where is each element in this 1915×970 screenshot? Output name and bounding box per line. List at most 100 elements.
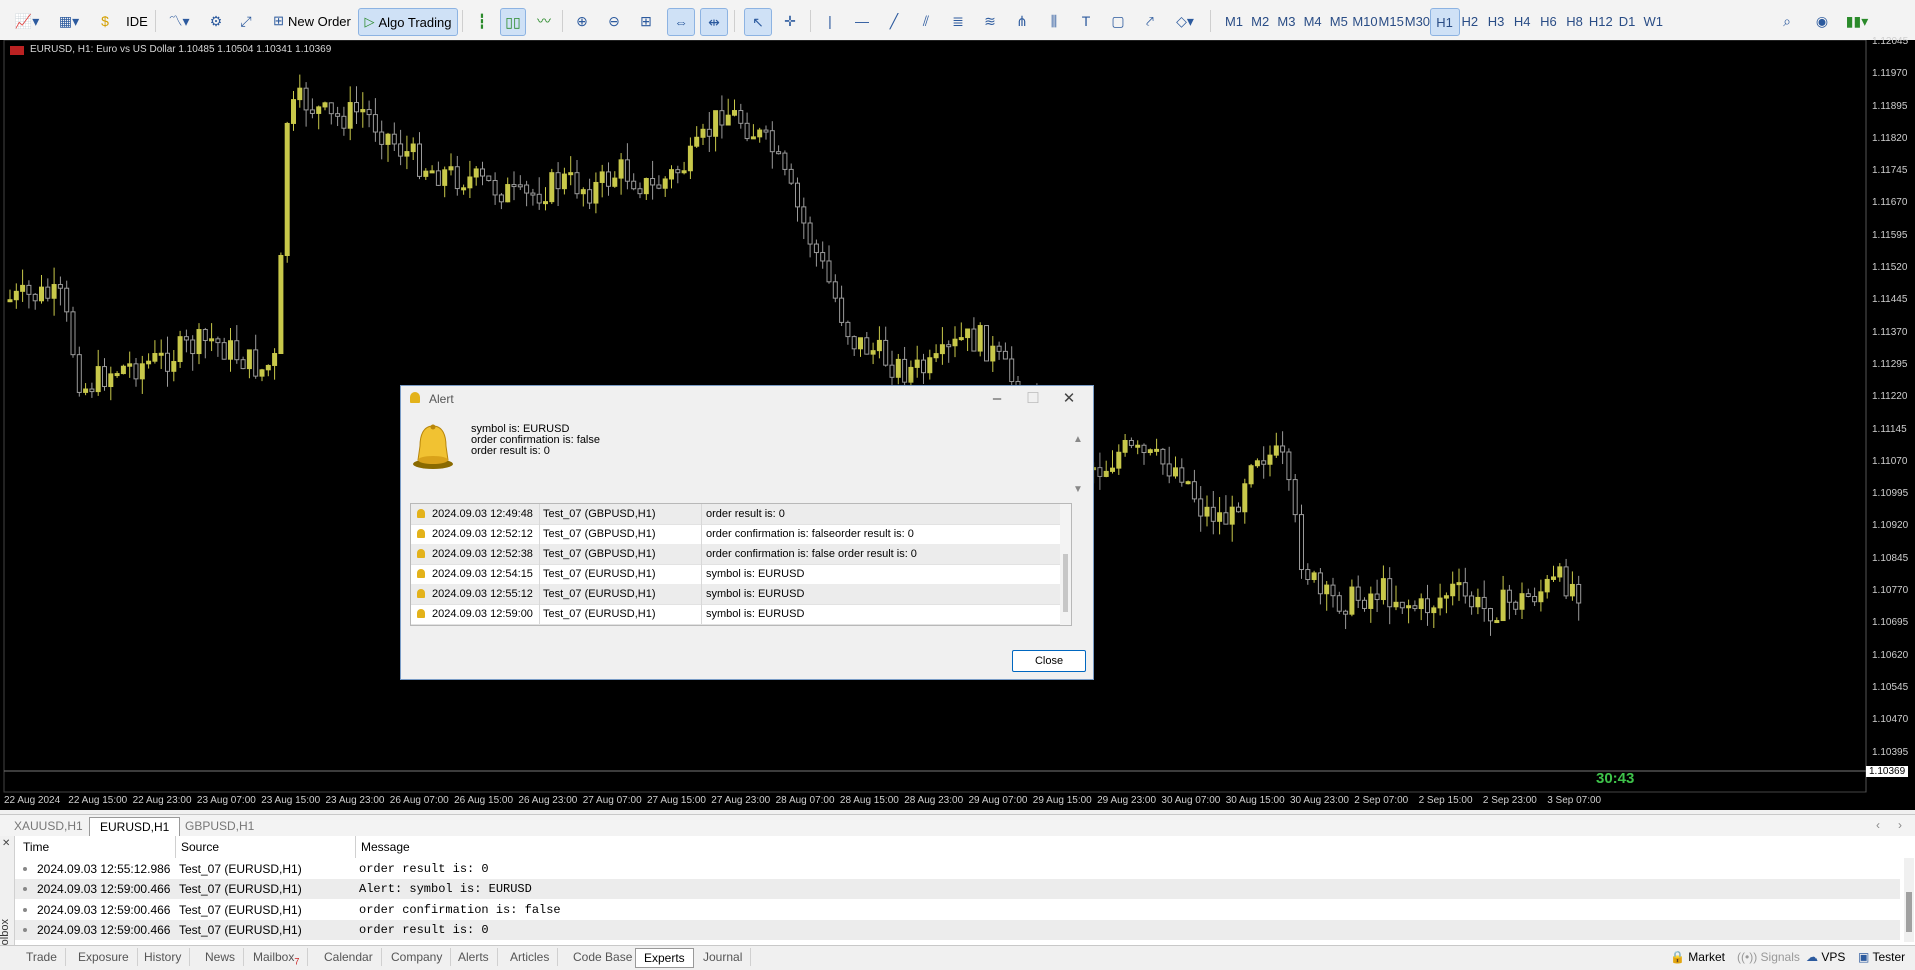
- fibonacci-icon[interactable]: ≣: [946, 8, 970, 34]
- toolbox-tab-code-base[interactable]: Code Base: [565, 948, 642, 966]
- zoom-out-icon[interactable]: ⊖: [602, 8, 626, 34]
- indicators-icon[interactable]: 〽▾: [162, 8, 196, 34]
- log-row[interactable]: 2024.09.03 12:55:12.986 Test_07 (EURUSD,H…: [15, 859, 1900, 879]
- message-scroll-down-icon[interactable]: ▼: [1073, 484, 1083, 495]
- timeframe-d1[interactable]: D1: [1613, 8, 1641, 34]
- cursor-icon[interactable]: ↖: [744, 8, 772, 36]
- arrow-tool-icon[interactable]: ⤤: [1138, 8, 1162, 34]
- col-time-header[interactable]: Time: [23, 840, 49, 854]
- candle-body: [1551, 576, 1556, 580]
- log-scrollbar[interactable]: [1904, 858, 1914, 942]
- shapes-icon[interactable]: ◇▾: [1168, 8, 1202, 34]
- toolbox-tab-trade[interactable]: Trade: [18, 948, 66, 966]
- trendline-icon[interactable]: ╱: [882, 8, 906, 34]
- close-icon[interactable]: ✕: [1051, 388, 1087, 410]
- timeframe-m15[interactable]: M15: [1377, 8, 1405, 34]
- settings-icon[interactable]: ⚙: [205, 8, 227, 34]
- timeframe-m3[interactable]: M3: [1272, 8, 1300, 34]
- alert-row[interactable]: 2024.09.03 12:52:12 Test_07 (GBPUSD,H1) or…: [411, 524, 1071, 545]
- alert-list-scrollbar[interactable]: [1060, 504, 1071, 625]
- toolbox-tab-journal[interactable]: Journal: [695, 948, 752, 966]
- autoscroll-icon[interactable]: ⇔: [667, 8, 695, 36]
- log-row[interactable]: 2024.09.03 12:59:00.466 Test_07 (EURUSD,H…: [15, 900, 1900, 920]
- toolbox-tab-calendar[interactable]: Calendar: [316, 948, 382, 966]
- alert-row[interactable]: 2024.09.03 12:55:12 Test_07 (EURUSD,H1) sy…: [411, 584, 1071, 605]
- close-button[interactable]: Close: [1012, 650, 1086, 672]
- tab-scroll-left-icon[interactable]: ‹: [1876, 818, 1880, 832]
- toolbox-tab-news[interactable]: News: [197, 948, 245, 966]
- scrollbar-thumb[interactable]: [1063, 554, 1068, 612]
- log-row[interactable]: 2024.09.03 12:59:00.466 Test_07 (EURUSD,H…: [15, 919, 1900, 940]
- toolbox-tab-label: Journal: [703, 950, 743, 964]
- signal-strength-icon[interactable]: ▮▮▾: [1845, 8, 1869, 34]
- maximize-icon[interactable]: ☐: [1015, 388, 1051, 410]
- col-source-header[interactable]: Source: [181, 840, 219, 854]
- timeframe-h8[interactable]: H8: [1561, 8, 1589, 34]
- fib-fan-icon[interactable]: ≋: [978, 8, 1002, 34]
- ide-button[interactable]: IDE: [124, 8, 150, 34]
- text-tool-icon[interactable]: T: [1074, 8, 1098, 34]
- symbol-tab-gbpusd[interactable]: GBPUSD,H1: [175, 817, 264, 835]
- col-message-header[interactable]: Message: [361, 840, 410, 854]
- algo-trading-button[interactable]: ▷ Algo Trading: [358, 8, 458, 36]
- bar-chart-icon[interactable]: ┇: [470, 8, 494, 34]
- price-tick-label: 1.10920: [1872, 520, 1909, 532]
- timeframe-m10[interactable]: M10: [1351, 8, 1379, 34]
- account-icon[interactable]: ◉: [1810, 8, 1834, 34]
- line-chart-icon[interactable]: 〰: [532, 8, 556, 34]
- alert-row[interactable]: 2024.09.03 12:59:00 Test_07 (EURUSD,H1) sy…: [411, 604, 1071, 625]
- timeframe-m5[interactable]: M5: [1325, 8, 1353, 34]
- crosshair-icon[interactable]: ✛: [778, 8, 802, 34]
- timeframe-h2[interactable]: H2: [1456, 8, 1484, 34]
- new-chart-icon[interactable]: 📈▾: [10, 8, 44, 34]
- timeframe-h6[interactable]: H6: [1534, 8, 1562, 34]
- toolbox-tab-articles[interactable]: Articles: [502, 948, 559, 966]
- alert-row[interactable]: 2024.09.03 12:49:48 Test_07 (GBPUSD,H1) or…: [411, 504, 1071, 525]
- fullscreen-icon[interactable]: ⤢: [235, 8, 257, 34]
- timeframe-h12[interactable]: H12: [1587, 8, 1615, 34]
- profiles-icon[interactable]: ▦▾: [52, 8, 86, 34]
- toolbox-tab-company[interactable]: Company: [383, 948, 452, 966]
- timeframe-w1[interactable]: W1: [1639, 8, 1667, 34]
- candlestick-icon[interactable]: ▯▯: [500, 8, 526, 36]
- symbol-tab-eurusd[interactable]: EURUSD,H1: [89, 817, 181, 836]
- rectangle-icon[interactable]: ▢: [1106, 8, 1130, 34]
- timeframe-h3[interactable]: H3: [1482, 8, 1510, 34]
- pitchfork-icon[interactable]: ⋔: [1010, 8, 1034, 34]
- timeframe-m1[interactable]: M1: [1220, 8, 1248, 34]
- close-icon[interactable]: ✕: [2, 838, 10, 849]
- vps-button[interactable]: ☁ VPS: [1806, 948, 1845, 966]
- scrollbar-thumb[interactable]: [1906, 892, 1912, 932]
- channel-icon[interactable]: ⫽: [914, 8, 938, 34]
- time-tick-label: 26 Aug 15:00: [454, 795, 514, 806]
- grid-icon[interactable]: ⊞: [634, 8, 658, 34]
- minimize-icon[interactable]: –: [979, 388, 1015, 410]
- timeframe-h4[interactable]: H4: [1508, 8, 1536, 34]
- market-button[interactable]: 🔒 Market: [1670, 948, 1725, 966]
- tester-button[interactable]: ▣ Tester: [1858, 948, 1905, 966]
- log-row[interactable]: 2024.09.03 12:59:00.466 Test_07 (EURUSD,H…: [15, 879, 1900, 900]
- chart-shift-icon[interactable]: ⇹: [700, 8, 728, 36]
- symbol-tab-xauusd[interactable]: XAUUSD,H1: [4, 817, 93, 835]
- toolbox-tab-alerts[interactable]: Alerts: [450, 948, 498, 966]
- tab-scroll-right-icon[interactable]: ›: [1898, 818, 1902, 832]
- alert-row[interactable]: 2024.09.03 12:52:38 Test_07 (GBPUSD,H1) or…: [411, 544, 1071, 565]
- timeframe-m4[interactable]: M4: [1299, 8, 1327, 34]
- toolbox-tab-history[interactable]: History: [136, 948, 191, 966]
- timeframe-m2[interactable]: M2: [1246, 8, 1274, 34]
- search-icon[interactable]: ⌕: [1775, 8, 1799, 34]
- timeframe-m30[interactable]: M30: [1403, 8, 1431, 34]
- horizontal-line-icon[interactable]: —: [850, 8, 874, 34]
- zoom-in-icon[interactable]: ⊕: [570, 8, 594, 34]
- vertical-line-icon[interactable]: |: [818, 8, 842, 34]
- market-icon[interactable]: $: [95, 8, 115, 34]
- toolbox-tab-exposure[interactable]: Exposure: [70, 948, 138, 966]
- gann-icon[interactable]: ⫼: [1042, 8, 1066, 34]
- candle-body: [165, 352, 170, 372]
- signals-button[interactable]: ((•)) Signals: [1737, 948, 1800, 966]
- alert-row[interactable]: 2024.09.03 12:54:15 Test_07 (EURUSD,H1) sy…: [411, 564, 1071, 585]
- toolbox-tab-mailbox[interactable]: Mailbox7: [245, 948, 309, 966]
- new-order-button[interactable]: ⊞ New Order: [268, 8, 356, 34]
- message-scroll-up-icon[interactable]: ▲: [1073, 434, 1083, 445]
- toolbox-tab-experts[interactable]: Experts: [635, 948, 694, 968]
